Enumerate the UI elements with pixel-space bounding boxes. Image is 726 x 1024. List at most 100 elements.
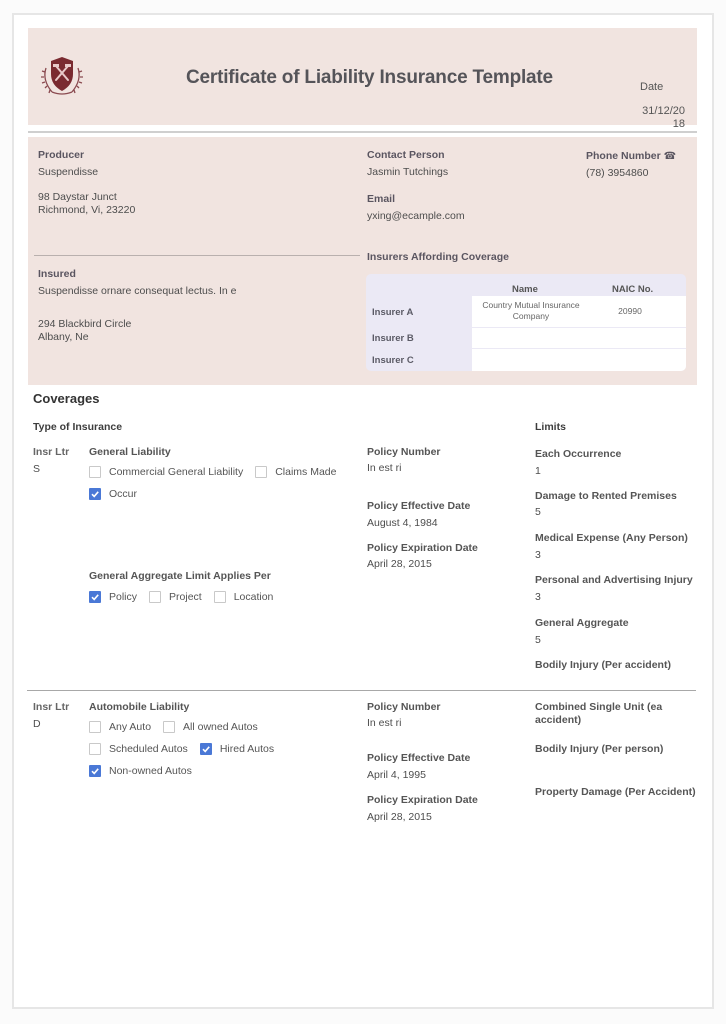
auto-option-row-3: Non-owned Autos [89,765,204,777]
any-auto-checkbox[interactable] [89,721,101,733]
gl-expiration-date-label: Policy Expiration Date [367,542,478,554]
auto-effective-date-value: April 4, 1995 [367,769,426,781]
insurer-a-name: Country Mutual Insurance Company [482,300,580,321]
project-checkbox[interactable] [149,591,162,603]
limit-general-aggregate-value: 5 [535,634,541,646]
checkmark-icon [91,594,99,601]
all-owned-autos-label: All owned Autos [183,721,258,733]
parties-panel: Producer Suspendisse 98 Daystar Junct Ri… [28,137,697,385]
date-value: 31/12/2018 [642,105,685,130]
telephone-icon: ☎ [663,151,677,162]
location-checkbox[interactable] [213,591,226,603]
crest-shield-hammers-icon [38,52,86,100]
auto-option-row-1: Any Auto All owned Autos [89,721,270,733]
gl-insr-ltr-value: S [33,463,41,475]
phone-label: Phone Number ☎ [586,150,676,162]
insured-name: Suspendisse ornare consequat lectus. In … [38,285,237,297]
column-header-naic: NAIC No. [612,284,654,295]
limit-medical-expense-label: Medical Expense (Any Person) [535,532,688,544]
aggregate-options-row: Policy Project Location [89,591,285,603]
checkmark-icon [91,491,99,498]
insurer-c-label: Insurer C [372,355,414,366]
limit-each-occurrence-value: 1 [535,465,541,477]
non-owned-autos-checkbox[interactable] [89,765,101,777]
limit-combined-single-label: Combined Single Unit (ea accident) [535,701,663,726]
coverages-title: Coverages [33,391,100,406]
producer-address-line1: 98 Daystar Junct [38,191,117,203]
insured-label: Insured [38,268,76,280]
gl-expiration-date-value: April 28, 2015 [367,558,432,570]
auto-effective-date-label: Policy Effective Date [367,752,471,764]
type-of-insurance-label: Type of Insurance [33,421,123,433]
any-auto-label: Any Auto [109,721,152,733]
insurer-b-label: Insurer B [372,333,414,344]
auto-policy-number-value: In est ri [367,717,402,729]
phone-value: (78) 3954860 [586,167,649,179]
limit-property-damage-label: Property Damage (Per Accident) [535,786,696,798]
insured-address-line1: 294 Blackbird Circle [38,318,132,330]
email-value: yxing@ecample.com [367,210,465,222]
coverage-divider [27,690,696,691]
limit-damage-rented-label: Damage to Rented Premises [535,490,677,502]
commercial-general-liability-label: Commercial General Liability [109,466,244,478]
auto-expiration-date-label: Policy Expiration Date [367,794,478,806]
policy-checkbox[interactable] [89,591,101,603]
auto-policy-number-label: Policy Number [367,701,441,713]
limit-bodily-injury-accident-label: Bodily Injury (Per accident) [535,659,671,671]
gl-insr-ltr-label: Insr Ltr [33,446,70,458]
checkmark-icon [202,746,210,753]
all-owned-autos-checkbox[interactable] [163,721,176,733]
limit-bodily-injury-person-label: Bodily Injury (Per person) [535,743,664,755]
claims-made-checkbox[interactable] [255,466,268,478]
limit-damage-rented-value: 5 [535,506,541,518]
occur-checkbox[interactable] [89,488,101,500]
contact-person-label: Contact Person [367,149,445,161]
insurers-table: Name NAIC No. Country Mutual Insurance C… [366,274,686,371]
gl-option-row-2: Occur [89,488,149,500]
insurer-a-naic: 20990 [618,306,642,316]
insured-address-line2: Albany, Ne [38,331,89,343]
scheduled-autos-label: Scheduled Autos [109,743,188,755]
hired-autos-checkbox[interactable] [199,743,212,755]
commercial-general-liability-checkbox[interactable] [89,466,101,478]
producer-name: Suspendisse [38,166,99,178]
insurer-a-label: Insurer A [372,307,414,318]
producer-label: Producer [38,149,85,161]
date-label: Date [640,81,664,93]
auto-insr-ltr-label: Insr Ltr [33,701,70,713]
limit-each-occurrence-label: Each Occurrence [535,448,622,460]
contact-person-name: Jasmin Tutchings [367,166,449,178]
header-banner: Certificate of Liability Insurance Templ… [28,28,697,130]
checkmark-icon [91,768,99,775]
document-title: Certificate of Liability Insurance Templ… [186,67,553,88]
certificate-page: Certificate of Liability Insurance Templ… [12,13,714,1009]
gl-policy-number-label: Policy Number [367,446,441,458]
table-row: Country Mutual Insurance Company 20990 [472,296,686,327]
non-owned-autos-label: Non-owned Autos [109,765,192,777]
limit-medical-expense-value: 3 [535,549,541,561]
location-label: Location [233,591,274,603]
hired-autos-label: Hired Autos [219,743,275,755]
policy-label: Policy [109,591,138,603]
producer-insured-divider [34,255,360,256]
gl-policy-number-value: In est ri [367,462,402,474]
header-divider [28,131,697,133]
column-header-name: Name [512,284,538,295]
table-row [472,328,686,348]
project-label: Project [169,591,202,603]
auto-insr-ltr-value: D [33,718,41,730]
general-liability-title: General Liability [89,446,171,458]
auto-option-row-2: Scheduled Autos Hired Autos [89,743,286,755]
gl-option-row-1: Commercial General Liability Claims Made [89,466,349,478]
gl-effective-date-value: August 4, 1984 [367,517,438,529]
limit-general-aggregate-label: General Aggregate [535,617,629,629]
scheduled-autos-checkbox[interactable] [89,743,101,755]
limits-label: Limits [535,421,566,433]
auto-expiration-date-value: April 28, 2015 [367,811,432,823]
aggregate-limit-title: General Aggregate Limit Applies Per [89,570,271,582]
claims-made-label: Claims Made [275,466,337,478]
insurers-title: Insurers Affording Coverage [367,251,509,263]
limit-personal-advertising-value: 3 [535,591,541,603]
table-row [472,349,686,371]
gl-effective-date-label: Policy Effective Date [367,500,471,512]
